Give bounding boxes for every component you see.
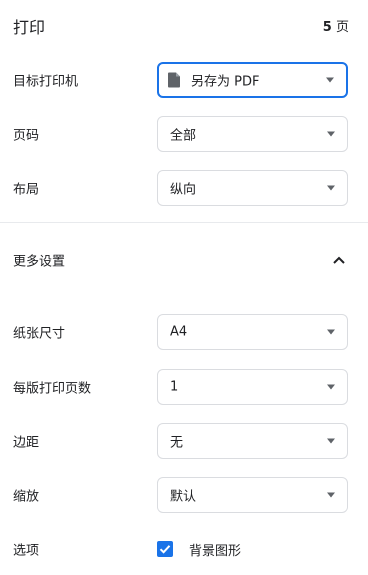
chevron-down-icon bbox=[327, 492, 335, 498]
page-title: 打印 bbox=[13, 18, 46, 37]
pages-select[interactable]: 全部 bbox=[157, 116, 348, 152]
scale-select[interactable]: 默认 bbox=[157, 477, 348, 513]
chevron-down-icon bbox=[327, 185, 335, 191]
layout-value: 纵向 bbox=[170, 182, 197, 198]
margins-value: 无 bbox=[170, 435, 184, 451]
more-settings-toggle[interactable]: 更多设置 bbox=[0, 240, 368, 280]
checkmark-icon bbox=[159, 545, 171, 554]
destination-label: 目标打印机 bbox=[13, 74, 79, 90]
options-row: 选项 背景图形 bbox=[0, 530, 368, 568]
chevron-down-icon bbox=[326, 77, 334, 83]
destination-select[interactable]: 另存为 PDF bbox=[157, 62, 348, 98]
paper-size-label: 纸张尺寸 bbox=[13, 326, 66, 342]
scale-row: 缩放 默认 bbox=[0, 476, 368, 514]
chevron-down-icon bbox=[327, 438, 335, 444]
layout-row: 布局 纵向 bbox=[0, 169, 368, 207]
pages-per-sheet-select[interactable]: 1 bbox=[157, 369, 348, 405]
paper-size-select[interactable]: A4 bbox=[157, 314, 348, 350]
scale-value: 默认 bbox=[170, 489, 197, 505]
page-count-unit: 页 bbox=[335, 20, 349, 35]
margins-row: 边距 无 bbox=[0, 422, 368, 460]
more-settings-label: 更多设置 bbox=[13, 254, 66, 270]
destination-row: 目标打印机 另存为 PDF bbox=[0, 61, 368, 99]
options-label: 选项 bbox=[13, 543, 40, 559]
pages-label: 页码 bbox=[13, 128, 40, 144]
margins-label: 边距 bbox=[13, 435, 40, 451]
chevron-down-icon bbox=[327, 384, 335, 390]
chevron-down-icon bbox=[327, 329, 335, 335]
pages-per-sheet-label: 每版打印页数 bbox=[13, 381, 92, 397]
chevron-up-icon bbox=[333, 256, 345, 264]
destination-value: 另存为 PDF bbox=[191, 74, 260, 90]
chevron-down-icon bbox=[327, 131, 335, 137]
layout-label: 布局 bbox=[13, 182, 40, 198]
margins-select[interactable]: 无 bbox=[157, 423, 348, 459]
scale-label: 缩放 bbox=[13, 489, 40, 505]
page-count: 5 页 bbox=[323, 16, 349, 35]
background-graphics-checkbox[interactable] bbox=[157, 541, 173, 557]
background-graphics-label: 背景图形 bbox=[189, 543, 242, 559]
pages-value: 全部 bbox=[170, 128, 197, 144]
pages-per-sheet-value: 1 bbox=[170, 379, 179, 395]
file-icon bbox=[168, 72, 180, 88]
layout-select[interactable]: 纵向 bbox=[157, 170, 348, 206]
paper-size-value: A4 bbox=[170, 324, 188, 340]
pages-per-sheet-row: 每版打印页数 1 bbox=[0, 368, 368, 406]
section-divider bbox=[0, 222, 368, 223]
background-graphics-option[interactable]: 背景图形 bbox=[157, 539, 241, 559]
pages-row: 页码 全部 bbox=[0, 115, 368, 153]
print-header: 打印 5 页 bbox=[0, 0, 368, 50]
paper-size-row: 纸张尺寸 A4 bbox=[0, 313, 368, 351]
page-count-number: 5 bbox=[322, 20, 332, 35]
